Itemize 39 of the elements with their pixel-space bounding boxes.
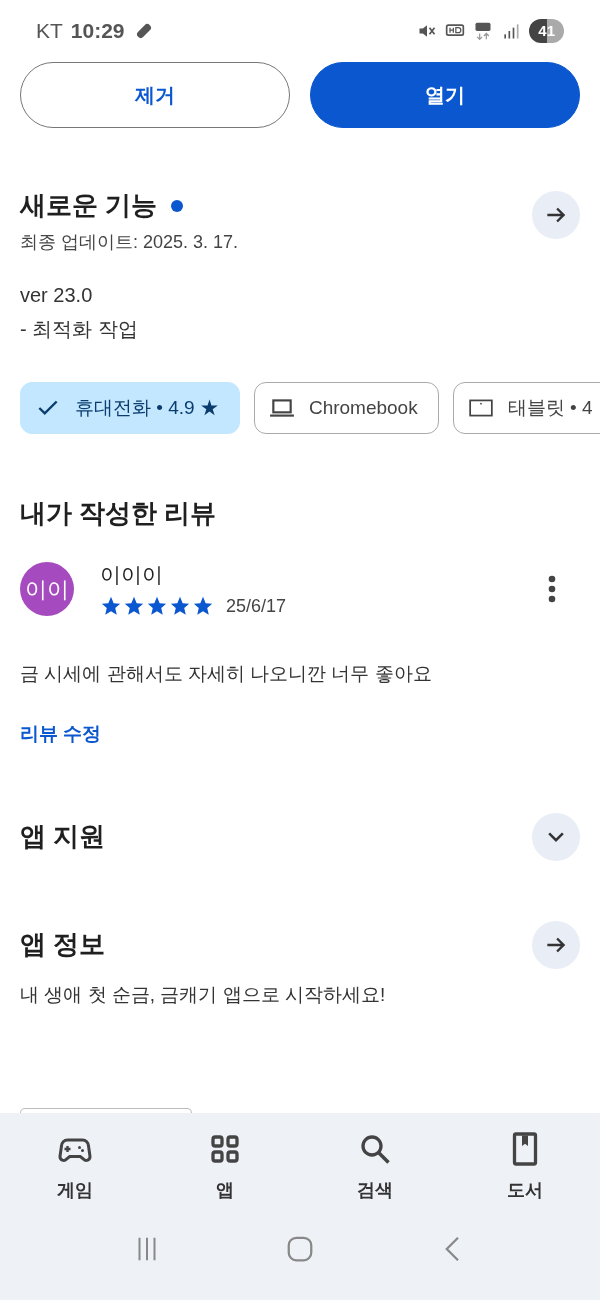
uninstall-button[interactable]: 제거 [20, 62, 290, 128]
section-title: 앱 정보 [20, 928, 106, 961]
signal-icon [501, 21, 522, 41]
carrier-name: KT [36, 18, 63, 45]
star-icon [100, 595, 122, 617]
release-note: ver 23.0 [20, 283, 94, 308]
device-chip[interactable]: 태블릿 • 4 [452, 382, 600, 434]
avatar: 이이 [20, 562, 74, 617]
reviewer-name: 이이이 [100, 562, 164, 588]
device-chip[interactable]: 휴대전화 • 4.9 ★ [20, 382, 240, 434]
network-icon [473, 21, 494, 41]
section-title: 앱 지원 [20, 820, 106, 853]
expand-button[interactable] [532, 812, 580, 861]
arrow-button[interactable] [532, 920, 580, 969]
home-icon [285, 1234, 315, 1264]
update-date: 최종 업데이트: 2025. 3. 17. [20, 231, 239, 254]
device-chip[interactable]: Chromebook [253, 382, 439, 434]
app-description: 내 생애 첫 순금, 금캐기 앱으로 시작하세요! [20, 982, 387, 1007]
open-button[interactable]: 열기 [310, 62, 580, 128]
review-text: 금 시세에 관해서도 자세히 나오니깐 너무 좋아요 [19, 661, 433, 686]
section-title: 새로운 기능 [20, 189, 158, 222]
star-icon [123, 595, 145, 617]
chevron-down-icon [548, 831, 564, 842]
nav-tab[interactable]: 도서 [470, 1131, 580, 1204]
edit-review-link[interactable]: 리뷰 수정 [20, 720, 102, 749]
arrow-button[interactable] [532, 191, 580, 239]
star-icon [146, 595, 168, 617]
release-note: - 최적화 작업 [20, 317, 139, 342]
star-icon [169, 595, 191, 617]
clock-time: 10:29 [70, 18, 125, 45]
new-indicator-icon [171, 199, 184, 212]
section-title: 내가 작성한 리뷰 [19, 497, 218, 530]
more-vert-icon [548, 575, 556, 604]
battery-level: 41 [529, 18, 564, 44]
star-icon [192, 595, 214, 617]
nav-tab[interactable]: 검색 [320, 1131, 430, 1204]
nav-tab[interactable]: 앱 [170, 1131, 280, 1204]
nav-tab[interactable]: 게임 [20, 1131, 130, 1204]
review-date: 25/6/17 [226, 594, 287, 618]
